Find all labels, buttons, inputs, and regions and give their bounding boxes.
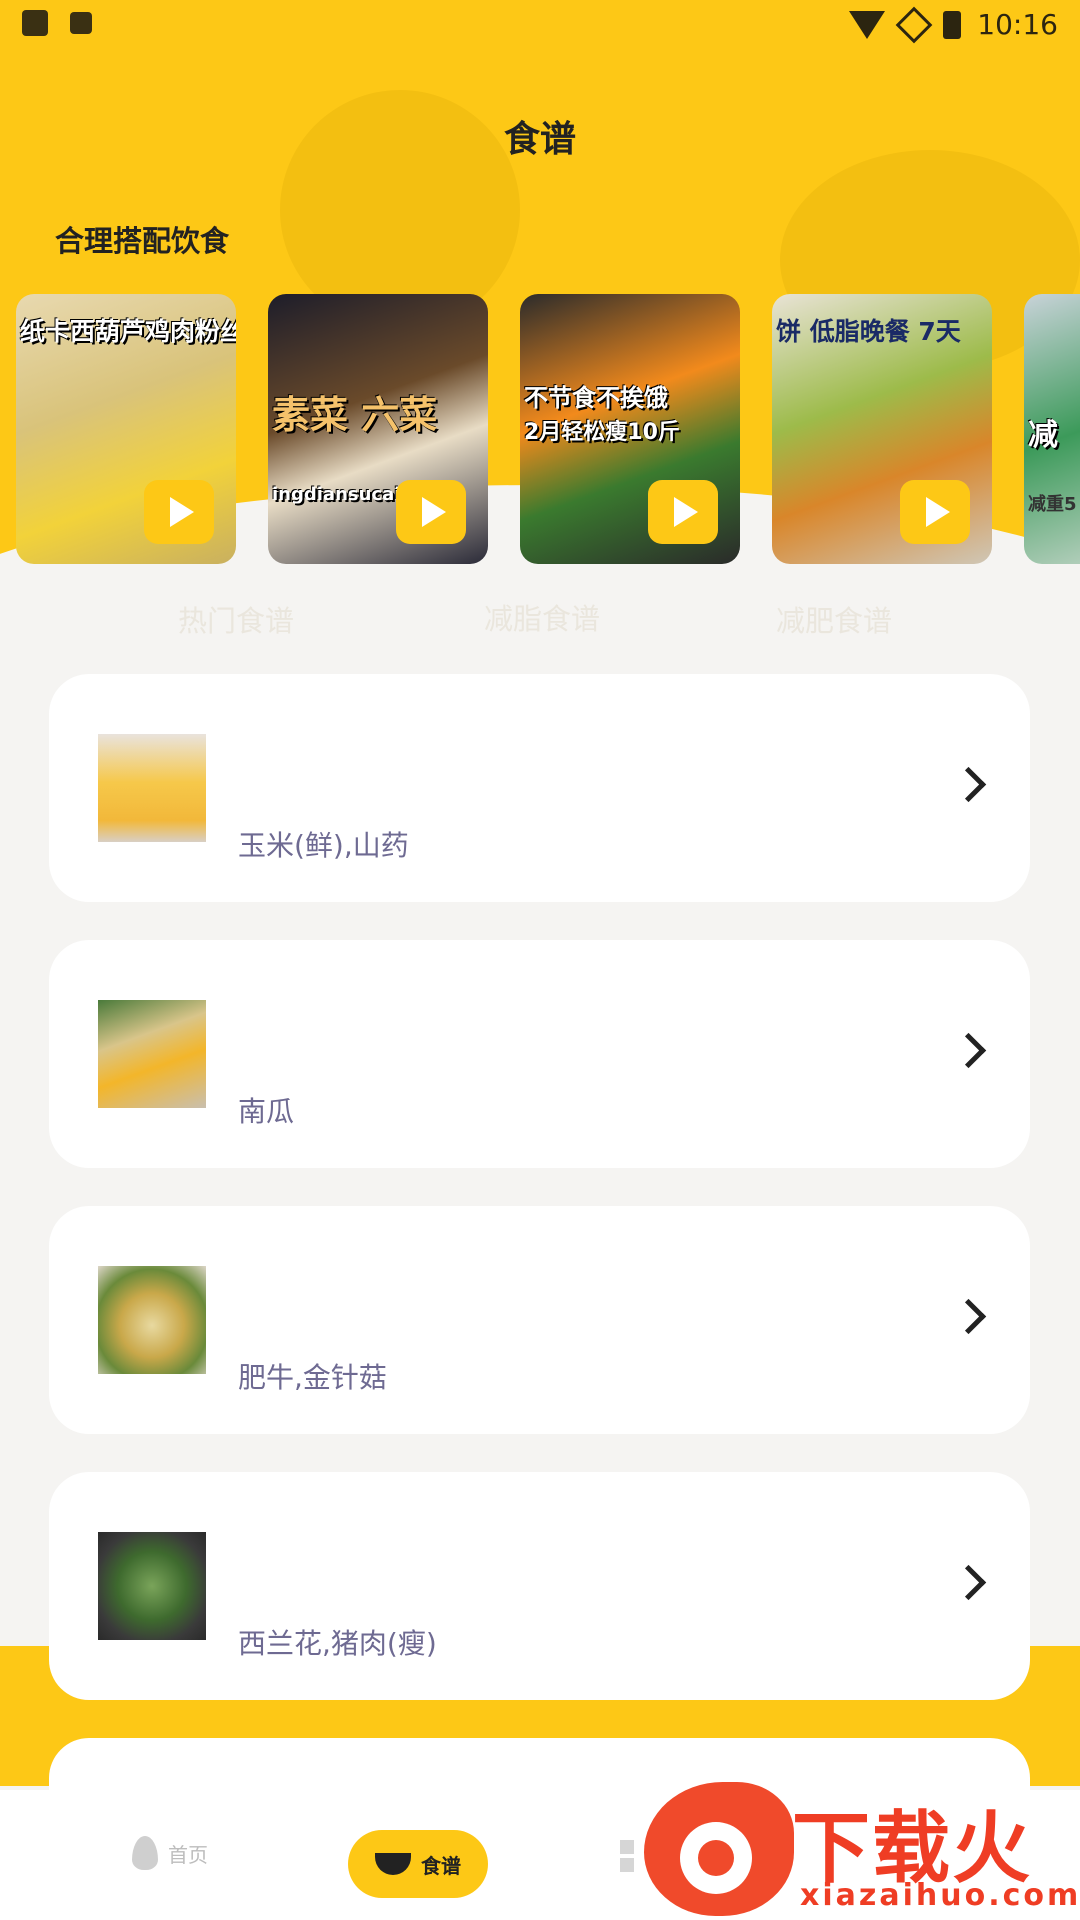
watermark-url: xiazaihuo.com [800,1878,1080,1913]
calculator-icon-part [620,1858,634,1872]
tab-home[interactable]: 首页 [132,1836,208,1870]
tab-recipes[interactable]: 食谱 [348,1830,488,1898]
play-icon[interactable] [648,480,718,544]
recipe-thumbnail [98,734,206,842]
video-card[interactable]: 素菜 六菜 ingdiansucai.la [268,294,488,564]
tab-hot-recipes[interactable]: 热门食谱 [178,598,294,640]
gallery-icon [22,10,48,36]
chevron-right-icon[interactable] [950,766,987,803]
flame-icon [132,1836,158,1870]
no-sim-icon [895,6,933,43]
video-subcaption: 2月轻松瘦10斤 [524,420,680,445]
video-subcaption: 减重5 [1028,494,1077,515]
app-notification-icon [70,12,92,34]
recipe-list-item[interactable]: 南瓜 [49,940,1030,1168]
page-title: 食谱 [503,119,576,160]
video-card[interactable]: 纸卡西葫芦鸡肉粉丝汤 [16,294,236,564]
video-card[interactable]: 不节食不挨饿 2月轻松瘦10斤 [520,294,740,564]
bowl-icon [375,1853,411,1875]
recipe-thumbnail [98,1266,206,1374]
recipe-thumbnail [98,1532,206,1640]
chevron-right-icon[interactable] [950,1564,987,1601]
video-carousel[interactable]: 纸卡西葫芦鸡肉粉丝汤 素菜 六菜 ingdiansucai.la 不节食不挨饿 … [16,294,1080,564]
recipe-ingredients: 西兰花,猪肉(瘦) [238,1627,437,1660]
tab-calculator[interactable] [620,1840,634,1872]
chevron-right-icon[interactable] [950,1298,987,1335]
recipe-list-item[interactable]: 玉米(鲜),山药 [49,674,1030,902]
status-time: 10:16 [977,8,1058,41]
recipe-ingredients: 肥牛,金针菇 [238,1361,387,1394]
tab-recipes-label: 食谱 [421,1853,461,1878]
watermark: 下载火 xiazaihuo.com [640,1782,1080,1920]
video-caption: 不节食不挨饿 [524,384,668,412]
video-caption: 减 [1028,418,1058,453]
recipe-ingredients: 南瓜 [238,1095,295,1128]
chevron-right-icon[interactable] [950,1032,987,1069]
recipe-list-item[interactable]: 西兰花,猪肉(瘦) [49,1472,1030,1700]
tab-weight-loss-recipes[interactable]: 减肥食谱 [776,598,892,640]
calculator-icon [620,1840,634,1854]
video-caption: 素菜 六菜 [272,393,438,437]
tab-home-label: 首页 [168,1842,208,1867]
recipe-ingredients: 玉米(鲜),山药 [238,829,409,862]
wifi-icon [849,10,886,39]
play-icon[interactable] [396,480,466,544]
play-icon[interactable] [900,480,970,544]
video-card[interactable]: 减 减重5 [1024,294,1080,564]
recipe-thumbnail [98,1000,206,1108]
status-bar: 10:16 [0,0,1080,52]
tab-fat-loss-recipes[interactable]: 减脂食谱 [484,596,600,638]
video-caption: 饼 低脂晚餐 7天 [776,317,961,346]
video-card[interactable]: 饼 低脂晚餐 7天 [772,294,992,564]
section-title: 合理搭配饮食 [55,224,230,258]
battery-icon [943,10,962,39]
recipe-list-item[interactable]: 肥牛,金针菇 [49,1206,1030,1434]
video-caption: 纸卡西葫芦鸡肉粉丝汤 [20,317,236,346]
play-icon[interactable] [144,480,214,544]
watermark-download-icon [680,1822,752,1894]
